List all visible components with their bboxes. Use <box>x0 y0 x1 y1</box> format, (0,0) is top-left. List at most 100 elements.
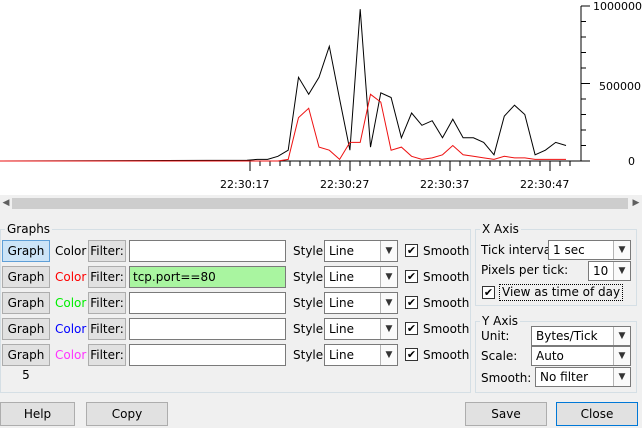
graph2-series-line <box>0 93 566 162</box>
scale-select[interactable]: Auto ▼ <box>531 346 631 366</box>
chevron-down-icon: ▼ <box>613 327 630 345</box>
filter-button-label: Filter: <box>90 348 124 362</box>
tick-interval-label: Tick interval: <box>481 243 559 257</box>
x-tick-label-2: 22:30:27 <box>320 178 369 191</box>
filter-button-label: Filter: <box>90 270 124 284</box>
graph-2-filter-button[interactable]: Filter: <box>88 266 126 288</box>
x-tick-label-3: 22:30:37 <box>420 178 469 191</box>
unit-select[interactable]: Bytes/Tick ▼ <box>531 326 631 346</box>
graph-4-filter-button[interactable]: Filter: <box>88 318 126 340</box>
graph-2-filter-input[interactable]: tcp.port==80 <box>129 266 286 288</box>
y-axis-legend: Y Axis <box>482 314 519 328</box>
chevron-down-icon: ▼ <box>613 347 630 365</box>
graph-4-smooth-checkbox[interactable]: ✔ <box>405 322 418 335</box>
graph-5-smooth-checkbox[interactable]: ✔ <box>405 348 418 361</box>
chevron-down-icon: ▼ <box>380 267 397 287</box>
view-as-time-checkbox[interactable]: ✔ <box>482 286 495 299</box>
graph-1-smooth-label: Smooth <box>423 244 470 258</box>
graph-2-color-label[interactable]: Color <box>55 269 86 285</box>
graph-2-button[interactable]: Graph 2 <box>2 266 50 304</box>
graph-5-smooth-label: Smooth <box>423 348 470 362</box>
chevron-down-icon: ▼ <box>613 241 630 259</box>
graph-2-style-select[interactable]: Line ▼ <box>324 266 398 288</box>
style-select-value: Line <box>329 244 355 258</box>
filter-button-label: Filter: <box>90 296 124 310</box>
graph-3-smooth-checkbox[interactable]: ✔ <box>405 296 418 309</box>
checkmark-icon: ✔ <box>483 286 494 299</box>
filter-input-value: tcp.port==80 <box>133 270 216 284</box>
chevron-down-icon: ▼ <box>380 241 397 261</box>
graph-1-filter-button[interactable]: Filter: <box>88 240 126 262</box>
graph-4-style-select[interactable]: Line ▼ <box>324 318 398 340</box>
graph-1-color-label[interactable]: Color <box>55 243 86 259</box>
graph-4-filter-input[interactable] <box>129 318 286 340</box>
scrollbar-thumb[interactable] <box>12 198 628 209</box>
horizontal-scrollbar[interactable]: ◀ ▶ <box>0 195 642 212</box>
graph-3-style-label: Style: <box>293 296 328 310</box>
graph-1-style-select[interactable]: Line ▼ <box>324 240 398 262</box>
close-button[interactable]: Close <box>556 402 638 426</box>
graph-5-button[interactable]: Graph 5 <box>2 344 50 382</box>
smooth-filter-select[interactable]: No filter ▼ <box>535 367 631 387</box>
scroll-right-arrow-icon[interactable]: ▶ <box>630 195 642 212</box>
y-tick-label-top: 1000000 <box>593 0 642 13</box>
io-graph-chart: 1000000 500000 0 22:30:17 22:30:27 22:30… <box>0 0 642 191</box>
graph-2-style-label: Style: <box>293 270 328 284</box>
graph-4-color-label[interactable]: Color <box>55 321 86 337</box>
checkmark-icon: ✔ <box>406 244 417 257</box>
pixels-per-tick-select[interactable]: 10 ▼ <box>588 261 631 281</box>
y-tick-label-zero: 0 <box>628 155 635 168</box>
graph-3-button[interactable]: Graph 3 <box>2 292 50 330</box>
filter-button-label: Filter: <box>90 244 124 258</box>
graph-3-filter-button[interactable]: Filter: <box>88 292 126 314</box>
copy-button[interactable]: Copy <box>86 402 168 426</box>
graph-1-button[interactable]: Graph 1 <box>2 240 50 278</box>
graphs-legend: Graphs <box>7 222 51 236</box>
pixels-per-tick-label: Pixels per tick: <box>481 263 569 277</box>
graph-3-filter-input[interactable] <box>129 292 286 314</box>
graph-4-style-label: Style: <box>293 322 328 336</box>
unit-label: Unit: <box>481 329 510 343</box>
smooth-filter-value: No filter <box>540 370 589 384</box>
checkmark-icon: ✔ <box>406 348 417 361</box>
chevron-down-icon: ▼ <box>613 262 630 280</box>
filter-button-label: Filter: <box>90 322 124 336</box>
tick-interval-value: 1 sec <box>553 243 585 257</box>
tick-interval-select[interactable]: 1 sec ▼ <box>548 240 631 260</box>
graph-1-style-label: Style: <box>293 244 328 258</box>
graph-5-style-label: Style: <box>293 348 328 362</box>
checkmark-icon: ✔ <box>406 270 417 283</box>
save-button[interactable]: Save <box>465 402 547 426</box>
graph-1-smooth-checkbox[interactable]: ✔ <box>405 244 418 257</box>
view-as-time-label[interactable]: View as time of day <box>499 284 624 301</box>
chevron-down-icon: ▼ <box>380 345 397 365</box>
graph-5-style-select[interactable]: Line ▼ <box>324 344 398 366</box>
graph-5-filter-button[interactable]: Filter: <box>88 344 126 366</box>
pixels-per-tick-value: 10 <box>593 264 609 278</box>
copy-button-label: Copy <box>111 407 143 421</box>
x-tick-label-4: 22:30:47 <box>520 178 569 191</box>
graph-3-color-label[interactable]: Color <box>55 295 86 311</box>
scale-value: Auto <box>536 349 564 363</box>
graph-4-button[interactable]: Graph 4 <box>2 318 50 356</box>
close-button-label: Close <box>580 407 614 421</box>
checkmark-icon: ✔ <box>406 296 417 309</box>
chevron-down-icon: ▼ <box>380 293 397 313</box>
graph-2-smooth-label: Smooth <box>423 270 470 284</box>
graph-1-filter-input[interactable] <box>129 240 286 262</box>
graph-2-smooth-checkbox[interactable]: ✔ <box>405 270 418 283</box>
graph-5-filter-input[interactable] <box>129 344 286 366</box>
graph-3-smooth-label: Smooth <box>423 296 470 310</box>
help-button[interactable]: Help <box>0 402 75 426</box>
checkmark-icon: ✔ <box>406 322 417 335</box>
graph-plot-area: 1000000 500000 0 22:30:17 22:30:27 22:30… <box>0 0 642 195</box>
help-button-label: Help <box>23 407 52 421</box>
graph-3-style-select[interactable]: Line ▼ <box>324 292 398 314</box>
scroll-left-arrow-icon[interactable]: ◀ <box>0 195 12 212</box>
save-button-label: Save <box>491 407 521 421</box>
x-axis-legend: X Axis <box>482 222 519 236</box>
style-select-value: Line <box>329 270 355 284</box>
scale-label: Scale: <box>481 349 518 363</box>
graph-5-color-label[interactable]: Color <box>55 347 86 363</box>
chevron-down-icon: ▼ <box>380 319 397 339</box>
